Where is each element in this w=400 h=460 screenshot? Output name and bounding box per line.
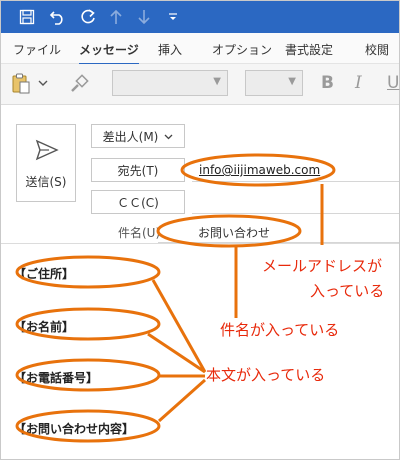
name-connector (147, 332, 206, 374)
email-note-line1: メールアドレスが (262, 257, 383, 275)
name-highlight-ellipse (15, 307, 161, 341)
address-connector (151, 279, 207, 373)
subject-highlight-ellipse (156, 214, 302, 248)
email-highlight-ellipse (180, 153, 336, 187)
subject-note: 件名が入っている (220, 321, 340, 339)
email-note-line2: 入っている (310, 282, 385, 300)
address-highlight-ellipse (15, 255, 161, 289)
body-note: 本文が入っている (206, 366, 326, 384)
phone-highlight-ellipse (15, 358, 161, 392)
annotation-overlay (15, 153, 336, 443)
inquiry-connector (158, 378, 206, 423)
inquiry-highlight-ellipse (15, 409, 161, 443)
